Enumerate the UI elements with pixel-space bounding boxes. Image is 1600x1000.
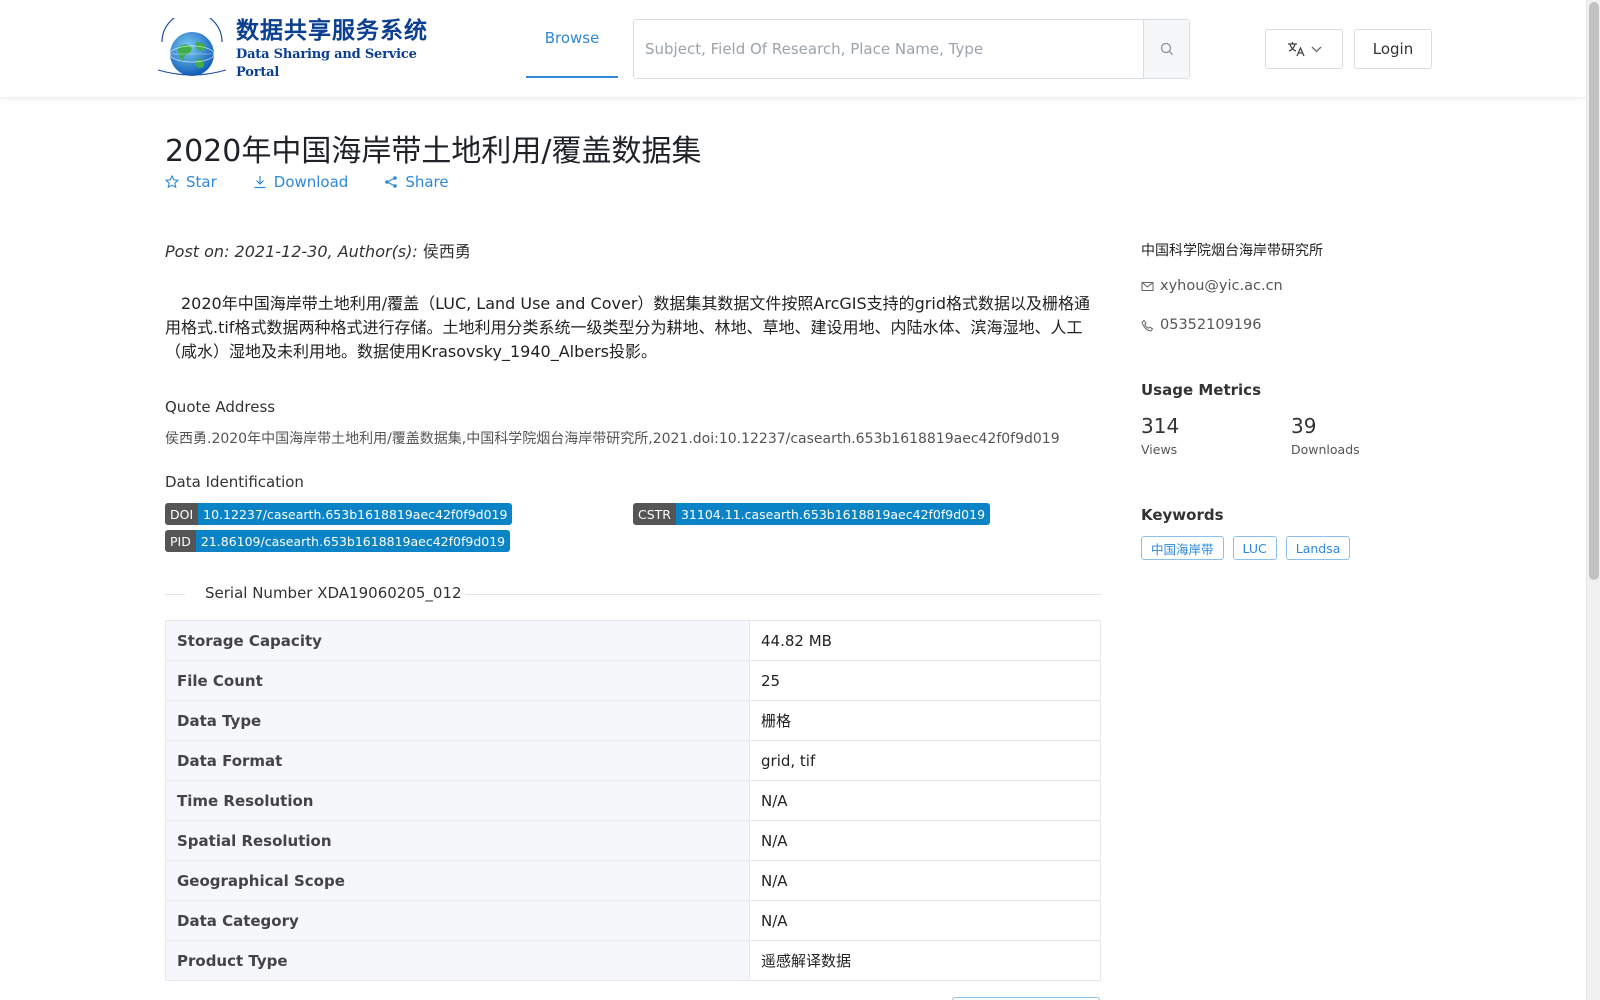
globe-logo-icon <box>152 11 232 80</box>
share-label: Share <box>405 173 449 191</box>
table-row: Data Format grid, tif <box>165 740 1101 781</box>
property-value: 25 <box>749 660 1101 701</box>
downloads-metric: 39 Downloads <box>1291 414 1360 457</box>
organization-name[interactable]: 中国科学院烟台海岸带研究所 <box>1141 240 1323 260</box>
property-key: File Count <box>165 660 750 701</box>
property-key: Data Type <box>165 700 750 741</box>
downloads-label: Downloads <box>1291 442 1360 457</box>
dataset-description: 2020年中国海岸带土地利用/覆盖（LUC, Land Use and Cove… <box>165 294 1090 361</box>
nav-browse-tab[interactable]: Browse <box>526 0 618 78</box>
table-row: Spatial Resolution N/A <box>165 820 1101 861</box>
table-row: Storage Capacity 44.82 MB <box>165 620 1101 661</box>
table-row: File Count 25 <box>165 660 1101 701</box>
property-key: Data Format <box>165 740 750 781</box>
quote-address-label: Quote Address <box>165 398 276 416</box>
page-scrollbar[interactable] <box>1586 0 1600 1000</box>
download-button[interactable]: Download <box>253 173 349 191</box>
contact-phone: 05352109196 <box>1141 317 1261 333</box>
property-value: 遥感解译数据 <box>749 940 1101 981</box>
search-input[interactable] <box>634 20 1144 78</box>
keyword-tag[interactable]: 中国海岸带 <box>1141 536 1224 560</box>
share-icon <box>385 176 398 188</box>
chevron-down-icon <box>1311 46 1321 52</box>
property-key: Geographical Scope <box>165 860 750 901</box>
search-icon <box>1160 42 1173 55</box>
doi-badge-value: 10.12237/casearth.653b1618819aec42f0f9d0… <box>198 503 513 525</box>
views-label: Views <box>1141 442 1178 457</box>
post-info: Post on: 2021-12-30, Author(s): 侯西勇 <box>165 238 471 262</box>
author-name[interactable]: 侯西勇 <box>423 242 471 261</box>
cstr-badge-key: CSTR <box>633 503 676 525</box>
pid-badge[interactable]: PID 21.86109/casearth.653b1618819aec42f0… <box>165 530 511 552</box>
property-value: N/A <box>749 860 1101 901</box>
downloads-count: 39 <box>1291 414 1317 438</box>
keyword-tag[interactable]: Landsa <box>1285 536 1351 560</box>
property-key: Spatial Resolution <box>165 820 750 861</box>
post-date-text: Post on: 2021-12-30, Author(s): <box>165 242 423 261</box>
serial-number: Serial Number XDA19060205_012 <box>205 584 462 602</box>
logo-title-cn: 数据共享服务系统 <box>236 18 428 44</box>
dataset-title: 2020年中国海岸带土地利用/覆盖数据集 <box>165 134 702 169</box>
download-icon <box>254 176 266 189</box>
table-row: Time Resolution N/A <box>165 780 1101 821</box>
usage-metrics-heading: Usage Metrics <box>1141 381 1261 399</box>
contact-email[interactable]: xyhou@yic.ac.cn <box>1141 278 1283 294</box>
table-row: Data Type 栅格 <box>165 700 1101 741</box>
doi-badge-key: DOI <box>165 503 199 525</box>
pid-badge-key: PID <box>165 530 196 552</box>
property-value: N/A <box>749 780 1101 821</box>
phone-text: 05352109196 <box>1160 317 1262 333</box>
keyword-tag[interactable]: LUC <box>1232 536 1277 560</box>
property-value: N/A <box>749 900 1101 941</box>
dataset-properties-table: Storage Capacity 44.82 MB File Count 25 … <box>165 620 1101 981</box>
email-text: xyhou@yic.ac.cn <box>1160 278 1283 294</box>
phone-icon <box>1141 319 1154 332</box>
search-button[interactable] <box>1143 20 1189 78</box>
property-value: 栅格 <box>749 700 1101 741</box>
language-switch-button[interactable] <box>1265 29 1343 69</box>
views-count: 314 <box>1141 414 1180 438</box>
quote-address-text: 侯西勇.2020年中国海岸带土地利用/覆盖数据集,中国科学院烟台海岸带研究所,2… <box>165 431 1060 447</box>
property-value: N/A <box>749 820 1101 861</box>
property-value: 44.82 MB <box>749 620 1101 661</box>
star-label: Star <box>186 173 217 191</box>
download-label: Download <box>273 173 349 191</box>
table-row: Geographical Scope N/A <box>165 860 1101 901</box>
dataset-actions: Star Download Share <box>165 173 449 191</box>
search-box <box>633 19 1190 79</box>
keyword-tags: 中国海岸带 LUC Landsa <box>1141 536 1351 560</box>
keywords-heading: Keywords <box>1141 506 1224 524</box>
property-key: Time Resolution <box>165 780 750 821</box>
table-row: Data Category N/A <box>165 900 1101 941</box>
views-metric: 314 Views <box>1141 414 1179 457</box>
mail-icon <box>1141 281 1154 291</box>
table-row: Product Type 遥感解译数据 <box>165 940 1101 981</box>
site-logo[interactable]: 数据共享服务系统 Data Sharing and Service Portal <box>152 11 442 80</box>
property-value: grid, tif <box>749 740 1101 781</box>
translate-icon <box>1287 42 1305 57</box>
logo-title-en: Data Sharing and Service Portal <box>236 47 417 80</box>
star-icon <box>165 175 179 189</box>
pid-badge-value: 21.86109/casearth.653b1618819aec42f0f9d0… <box>195 530 511 552</box>
serial-number-divider: Serial Number XDA19060205_012 <box>165 584 1101 606</box>
share-button[interactable]: Share <box>384 173 449 191</box>
doi-badge[interactable]: DOI 10.12237/casearth.653b1618819aec42f0… <box>165 503 513 525</box>
star-button[interactable]: Star <box>165 173 217 191</box>
data-identification-label: Data Identification <box>165 473 304 491</box>
login-button[interactable]: Login <box>1354 29 1432 69</box>
property-key: Storage Capacity <box>165 620 750 661</box>
top-header: 数据共享服务系统 Data Sharing and Service Portal… <box>0 0 1586 98</box>
cstr-badge-value: 31104.11.casearth.653b1618819aec42f0f9d0… <box>675 503 991 525</box>
scrollbar-thumb[interactable] <box>1589 2 1599 580</box>
property-key: Data Category <box>165 900 750 941</box>
property-key: Product Type <box>165 940 750 981</box>
cstr-badge[interactable]: CSTR 31104.11.casearth.653b1618819aec42f… <box>633 503 991 525</box>
